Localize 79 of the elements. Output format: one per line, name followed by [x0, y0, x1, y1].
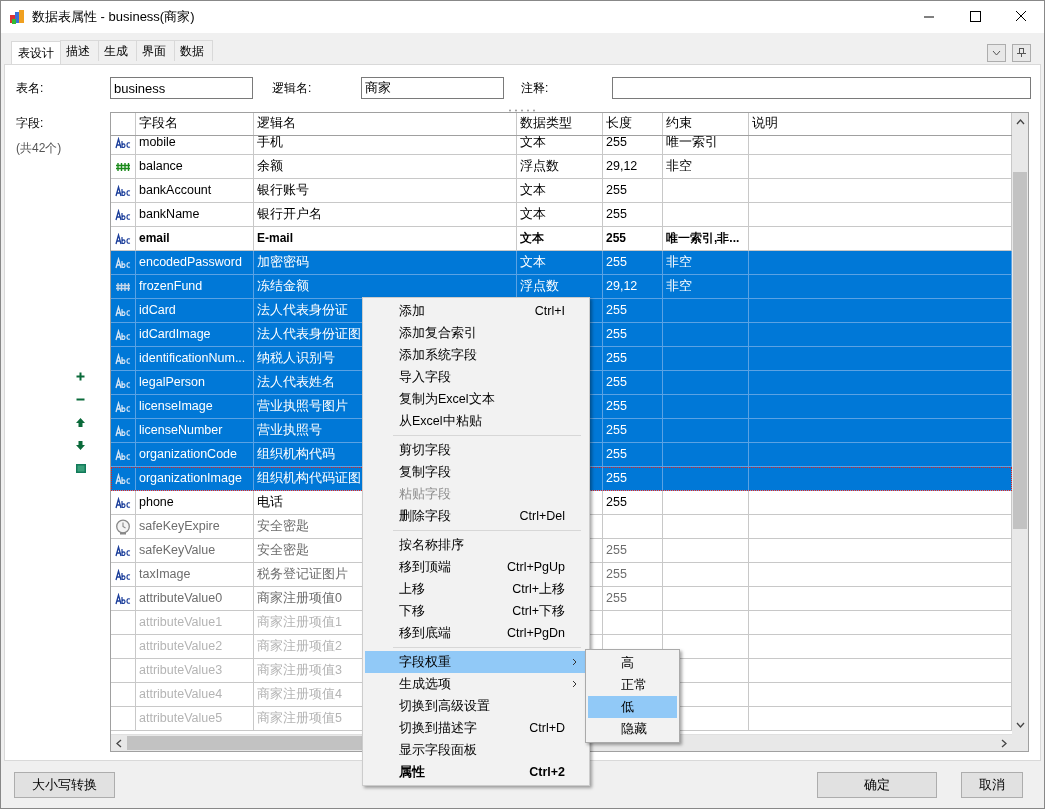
window-title: 数据表属性 - business(商家) [32, 8, 196, 26]
table-cell: identificationNum... [136, 347, 254, 370]
table-cell: bankAccount [136, 179, 254, 202]
table-cell: licenseNumber [136, 419, 254, 442]
table-cell: taxImage [136, 563, 254, 586]
table-cell: 255 [603, 299, 663, 322]
table-cell: email [136, 227, 254, 250]
table-cell: licenseImage [136, 395, 254, 418]
table-cell: E-mail [254, 227, 517, 250]
table-cell: idCardImage [136, 323, 254, 346]
table-cell: 银行账号 [254, 179, 517, 202]
field-label: 逻辑名: [272, 79, 313, 97]
table-cell: 加密密码 [254, 251, 517, 274]
table-cell: attributeValue3 [136, 659, 254, 682]
table-cell: idCard [136, 299, 254, 322]
table-cell: bankName [136, 203, 254, 226]
shortcut-text: Ctrl+D [529, 721, 565, 735]
shortcut-text: Ctrl+2 [529, 765, 565, 779]
table-cell: 29,12 [603, 155, 663, 178]
table-cell: 文本 [517, 227, 603, 250]
table-cell: 非空 [663, 251, 749, 274]
menu-item-label: 添加复合索引 [399, 324, 477, 342]
table-cell: safeKeyValue [136, 539, 254, 562]
menu-item-label: 按名称排序 [399, 536, 464, 554]
menu-item-label: 剪切字段 [399, 441, 451, 459]
table-cell: attributeValue5 [136, 707, 254, 730]
table-cell: 255 [603, 227, 663, 250]
table-cell: 255 [603, 323, 663, 346]
table-cell: 非空 [663, 275, 749, 298]
table-cell: mobile [136, 136, 254, 154]
table-cell: 255 [603, 467, 663, 490]
field-count: (共42个) [16, 140, 63, 157]
table-cell: 文本 [517, 179, 603, 202]
table-cell: 文本 [517, 251, 603, 274]
table-cell: 29,12 [603, 275, 663, 298]
table-cell: 余额 [254, 155, 517, 178]
menu-item-label: 属性 [399, 763, 425, 781]
table-cell: organizationCode [136, 443, 254, 466]
table-cell: 255 [603, 347, 663, 370]
table-cell: attributeValue4 [136, 683, 254, 706]
table-cell: safeKeyExpire [136, 515, 254, 538]
shortcut-text: Ctrl+Del [519, 509, 565, 523]
table-cell: 255 [603, 491, 663, 514]
table-cell: frozenFund [136, 275, 254, 298]
table-cell: 文本 [517, 203, 603, 226]
table-cell: 255 [603, 395, 663, 418]
menu-item-label: 导入字段 [399, 368, 451, 386]
menu-item-label: 显示字段面板 [399, 741, 477, 759]
table-cell: 银行开户名 [254, 203, 517, 226]
table-cell: 255 [603, 419, 663, 442]
table-cell: phone [136, 491, 254, 514]
table-cell: 255 [603, 203, 663, 226]
table-cell: 255 [603, 179, 663, 202]
table-cell: 255 [603, 371, 663, 394]
table-cell: 255 [603, 587, 663, 610]
field-label: 表名: [16, 79, 45, 97]
table-cell: 文本 [517, 136, 603, 154]
table-cell: 255 [603, 539, 663, 562]
table-cell: balance [136, 155, 254, 178]
field-label: 注释: [521, 79, 550, 97]
table-cell: 255 [603, 563, 663, 586]
table-cell: 唯一索引 [663, 136, 749, 154]
table-cell: 手机 [254, 136, 517, 154]
table-cell: 255 [603, 136, 663, 154]
table-cell: 非空 [663, 155, 749, 178]
table-cell: 浮点数 [517, 155, 603, 178]
table-cell: attributeValue1 [136, 611, 254, 634]
menu-item-label: 添加 [399, 302, 425, 320]
shortcut-text: Ctrl+I [534, 304, 565, 318]
table-cell: organizationImage [136, 467, 254, 490]
table-cell: encodedPassword [136, 251, 254, 274]
fields-label: 字段: [16, 115, 45, 132]
table-cell: legalPerson [136, 371, 254, 394]
menu-item-label: 添加系统字段 [399, 346, 477, 364]
table-cell: attributeValue0 [136, 587, 254, 610]
table-cell: 255 [603, 443, 663, 466]
table-cell: 255 [603, 251, 663, 274]
table-cell: 唯一索引,非... [663, 227, 749, 250]
table-cell: attributeValue2 [136, 635, 254, 658]
